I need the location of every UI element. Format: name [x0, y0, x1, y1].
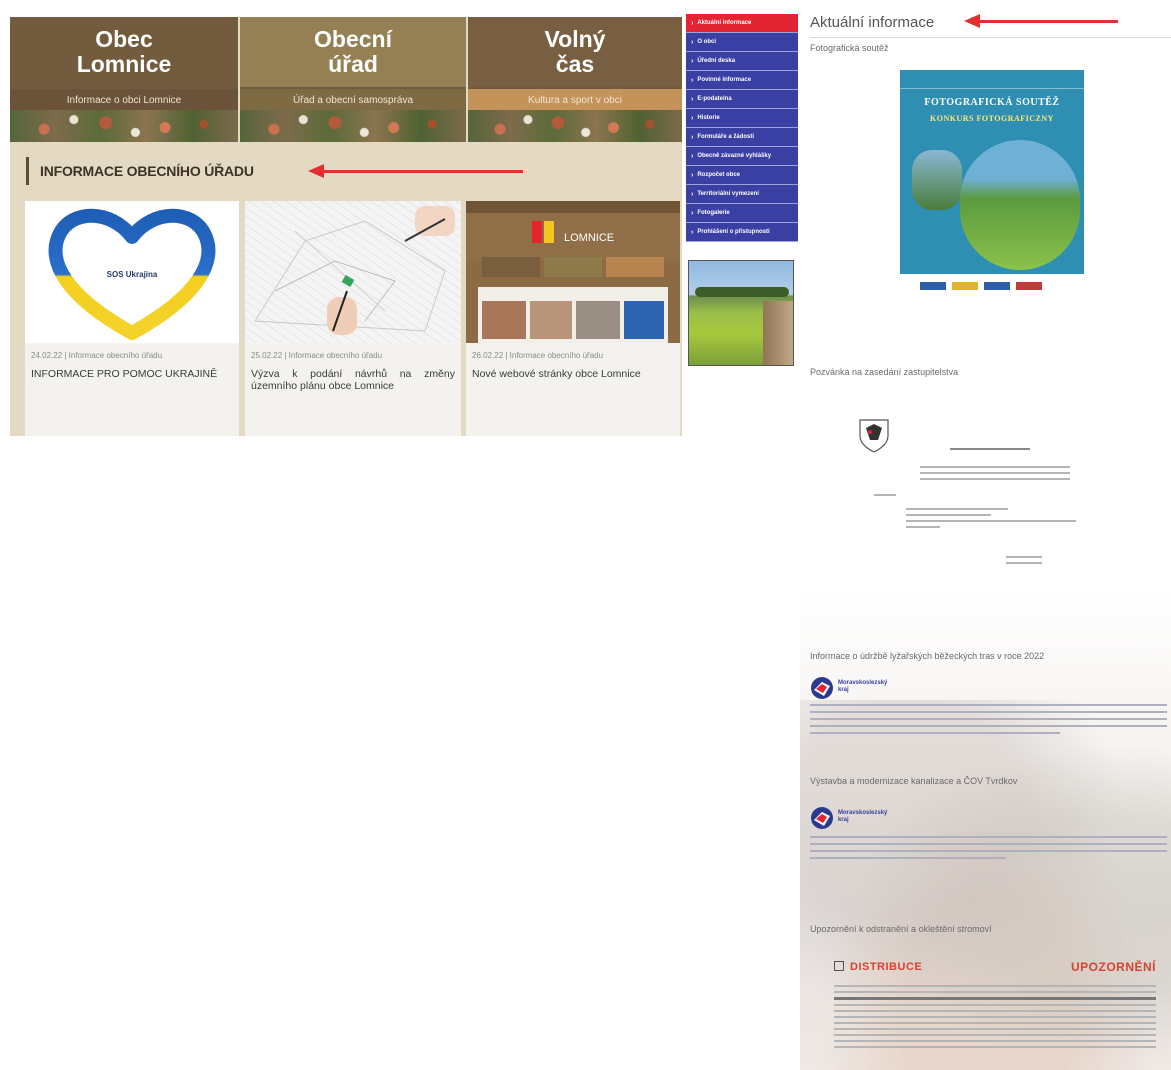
nav-item-historie[interactable]: › Historie [686, 109, 798, 128]
chevron-right-icon: › [691, 133, 694, 141]
news-card[interactable]: LOMNICE 26.02.22 | Informace obecního úř… [466, 201, 680, 436]
news-card[interactable]: SOS Ukrajina 24.02.22 | Informace obecní… [25, 201, 239, 436]
nav-item-label: Formuláře a žádosti [697, 134, 755, 140]
card-meta: 24.02.22 | Informace obecního úřadu [31, 351, 163, 360]
divider [810, 37, 1171, 38]
nav-item-label: Rozpočet obce [697, 172, 741, 178]
zoning-plan-image [245, 201, 461, 343]
warning-heading: UPOZORNĚNÍ [1070, 960, 1156, 974]
aerial-photo [468, 110, 682, 142]
lomnice-logo-text: LOMNICE [564, 232, 614, 244]
chevron-right-icon: › [691, 95, 694, 103]
chevron-right-icon: › [691, 57, 694, 65]
nav-item-label: E-podatelna [697, 96, 732, 102]
nav-item-label: Prohlášení o přístupnosti [697, 229, 770, 235]
aerial-photo [240, 110, 466, 142]
chevron-right-icon: › [691, 19, 694, 27]
card-title[interactable]: INFORMACE PRO POMOC UKRAJINĚ [31, 368, 233, 380]
nav-item-label: Povinné informace [697, 77, 752, 83]
chevron-right-icon: › [691, 209, 694, 217]
chevron-right-icon: › [691, 114, 694, 122]
nav-item-rozpocet[interactable]: › Rozpočet obce [686, 166, 798, 185]
section-title: INFORMACE OBECNÍHO ÚŘADU [26, 157, 254, 185]
photo-contest-poster[interactable]: FOTOGRAFICKÁ SOUTĚŽ KONKURS FOTOGRAFICZN… [900, 70, 1084, 300]
nav-item-label: Fotogalerie [697, 210, 730, 216]
coat-of-arms-icon [859, 419, 889, 453]
chevron-right-icon: › [691, 171, 694, 179]
poster-heading: FOTOGRAFICKÁ SOUTĚŽ [924, 97, 1060, 108]
post-title[interactable]: Pozvánka na zasedání zastupitelstva [810, 367, 958, 377]
page-title: Aktuální informace [810, 14, 935, 31]
nav-item-formulare[interactable]: › Formuláře a žádosti [686, 128, 798, 147]
poster-subheading: KONKURS FOTOGRAFICZNY [930, 114, 1054, 123]
msk-logo-label: Moravskoslezský kraj [838, 810, 888, 823]
post-excerpt [810, 836, 1167, 864]
tile-title: Obecní úřad [314, 26, 392, 77]
landscape-photo [688, 260, 794, 366]
right-screenshot-panel: Aktuální informace Fotografická soutěž F… [800, 0, 1171, 1070]
msk-logo-label: Moravskoslezský kraj [838, 680, 888, 693]
side-navigation: › Aktuální informace › O obci › Úřední desk… [686, 14, 798, 242]
card-meta: 26.02.22 | Informace obecního úřadu [472, 351, 604, 360]
nav-item-povinne-informace[interactable]: › Povinné informace [686, 71, 798, 90]
nav-item-vymezeni[interactable]: › Territoriální vymezení [686, 185, 798, 204]
red-arrow-icon [308, 164, 523, 178]
tile-subtitle: Úřad a obecní samospráva [240, 89, 466, 111]
nav-item-fotogalerie[interactable]: › Fotogalerie [686, 204, 798, 223]
tile-volny-cas[interactable]: Volný čas Kultura a sport v obci [468, 17, 682, 142]
chevron-right-icon: › [691, 38, 694, 46]
post-title[interactable]: Výstavba a modernizace kanalizace a ČOV … [810, 776, 1017, 786]
distribution-logo-icon [834, 961, 844, 971]
nav-item-label: Territoriální vymezení [697, 191, 759, 197]
card-title[interactable]: Výzva k podání návrhů na změny územního … [251, 368, 455, 392]
distribution-brand: DISTRIBUCE [850, 961, 923, 973]
tile-subtitle: Informace o obci Lomnice [10, 89, 238, 111]
chevron-right-icon: › [691, 190, 694, 198]
nav-item-label: O obci [697, 39, 717, 45]
tile-obec-lomnice[interactable]: Obec Lomnice Informace o obci Lomnice [10, 17, 238, 142]
chevron-right-icon: › [691, 152, 694, 160]
tile-title: Volný čas [544, 26, 606, 77]
sos-ukrajina-text: SOS Ukrajina [107, 270, 158, 279]
red-arrow-icon [964, 14, 1118, 28]
news-card[interactable]: 25.02.22 | Informace obecního úřadu Výzv… [245, 201, 461, 436]
ukraine-heart-image: SOS Ukrajina [25, 201, 239, 343]
chevron-right-icon: › [691, 76, 694, 84]
card-title[interactable]: Nové webové stránky obce Lomnice [472, 368, 674, 380]
nav-item-uredni-deska[interactable]: › Úřední deska [686, 52, 798, 71]
website-preview-image: LOMNICE [466, 201, 680, 343]
nav-item-label: Úřední deska [697, 58, 736, 64]
msk-logo-icon [811, 677, 833, 699]
chevron-right-icon: › [691, 228, 694, 236]
post-excerpt [810, 704, 1167, 739]
distribution-notice[interactable]: DISTRIBUCE UPOZORNĚNÍ [830, 955, 1160, 1070]
nav-item-label: Obecně závazné vyhlášky [697, 153, 772, 159]
nav-item-o-obci[interactable]: › O obci [686, 33, 798, 52]
post-title[interactable]: Upozornění k odstranění a okleštění stro… [810, 924, 992, 934]
card-meta: 25.02.22 | Informace obecního úřadu [251, 351, 383, 360]
tile-obecni-urad[interactable]: Obecní úřad Úřad a obecní samospráva [240, 17, 466, 142]
nav-item-e-podatelna[interactable]: › E-podatelna [686, 90, 798, 109]
tile-subtitle: Kultura a sport v obci [468, 89, 682, 111]
nav-item-label: Aktuální informace [697, 20, 752, 26]
tile-title: Obec Lomnice [76, 26, 172, 77]
post-title[interactable]: Fotografická soutěž [810, 43, 889, 53]
heart-icon: SOS Ukrajina [48, 208, 216, 340]
nav-item-vyhlasky[interactable]: › Obecně závazné vyhlášky [686, 147, 798, 166]
aerial-photo [10, 110, 238, 142]
left-screenshot-panel: Obec Lomnice Informace o obci Lomnice Ob… [10, 17, 682, 436]
nav-item-aktualni-informace[interactable]: › Aktuální informace [686, 14, 798, 33]
nav-item-pristupnost[interactable]: › Prohlášení o přístupnosti [686, 223, 798, 242]
post-title[interactable]: Informace o údržbě lyžařských běžeckých … [810, 651, 1044, 661]
nav-item-label: Historie [697, 115, 720, 121]
msk-logo-icon [811, 807, 833, 829]
